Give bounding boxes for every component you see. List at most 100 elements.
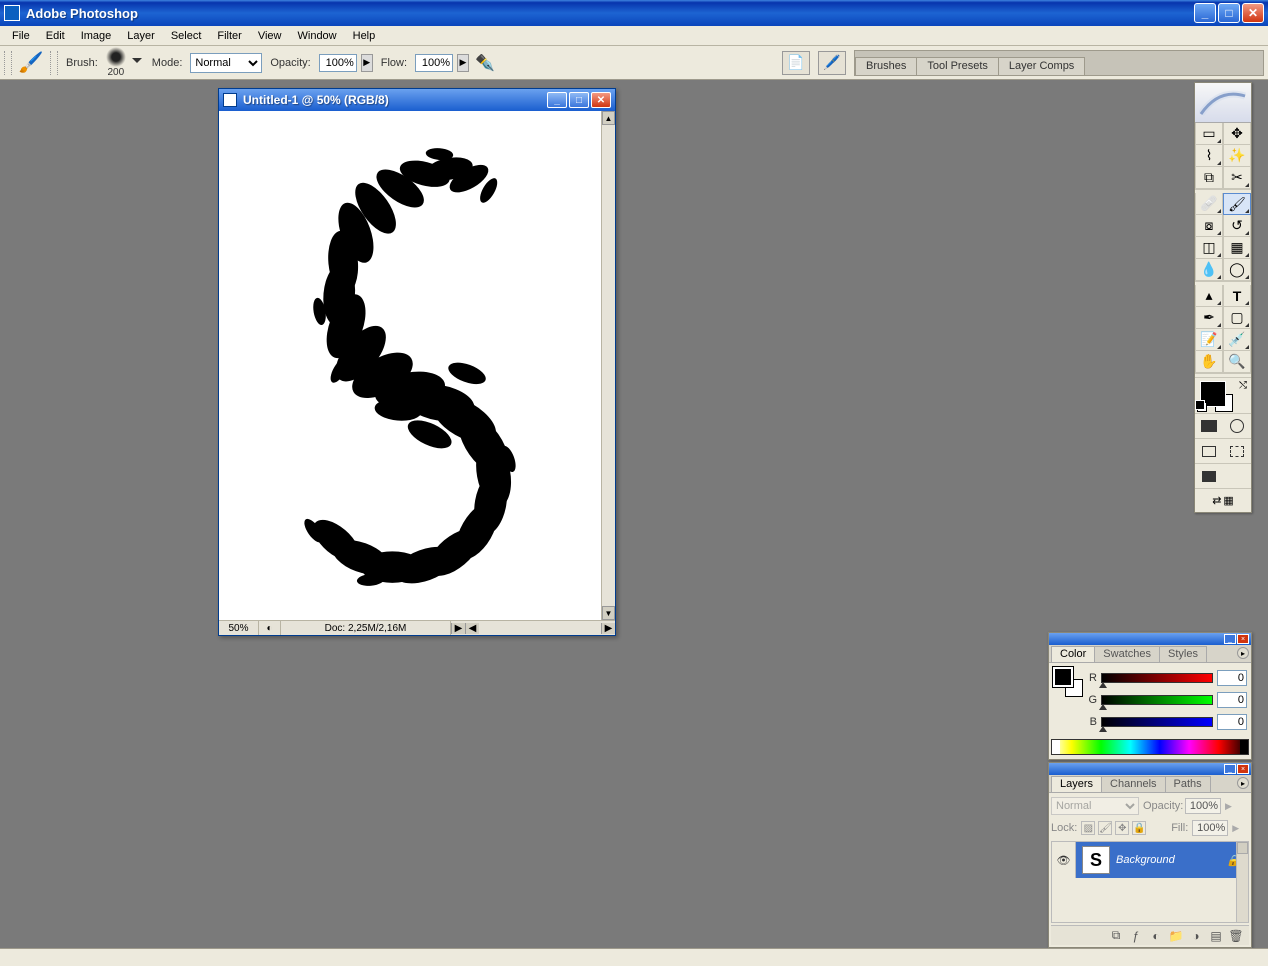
pen-tool[interactable]: ✒ — [1195, 307, 1223, 329]
options-grip[interactable] — [4, 51, 12, 75]
move-tool[interactable]: ✥ — [1223, 123, 1251, 145]
doc-minimize-button[interactable]: _ — [547, 92, 567, 108]
brushes-palette-button[interactable]: 🖊️ — [818, 51, 846, 75]
shape-tool[interactable]: ▢ — [1223, 307, 1251, 329]
blur-tool[interactable]: 💧 — [1195, 259, 1223, 281]
layer-visibility-icon[interactable]: 👁 — [1052, 842, 1076, 878]
clone-stamp-tool[interactable]: ⧇ — [1195, 215, 1223, 237]
panel-close-icon[interactable]: × — [1237, 634, 1249, 644]
lock-position-icon[interactable]: ✥ — [1115, 821, 1129, 835]
well-tab-tool-presets[interactable]: Tool Presets — [916, 57, 999, 75]
cp-fg-swatch[interactable] — [1053, 667, 1073, 687]
brush-preset-picker[interactable]: 200 — [106, 47, 126, 78]
well-tab-layer-comps[interactable]: Layer Comps — [998, 57, 1085, 75]
layer-item-background[interactable]: 👁 S Background 🔒 — [1052, 842, 1248, 878]
menu-layer[interactable]: Layer — [119, 28, 163, 44]
marquee-tool[interactable]: ▭ — [1195, 123, 1223, 145]
eraser-tool[interactable]: ◫ — [1195, 237, 1223, 259]
menu-window[interactable]: Window — [290, 28, 345, 44]
healing-brush-tool[interactable]: 🩹 — [1195, 193, 1223, 215]
airbrush-button[interactable]: ✒️ — [473, 51, 497, 75]
brush-dropdown-arrow[interactable] — [132, 58, 142, 68]
r-slider[interactable] — [1101, 673, 1213, 683]
scroll-up-arrow[interactable]: ▲ — [602, 111, 615, 125]
color-panel-swatches[interactable] — [1053, 667, 1083, 697]
color-panel-head[interactable]: _ × — [1049, 633, 1251, 645]
standard-mode-button[interactable] — [1195, 414, 1223, 438]
standard-screen-button[interactable] — [1195, 439, 1223, 463]
quickmask-mode-button[interactable] — [1223, 414, 1251, 438]
canvas[interactable] — [219, 111, 615, 620]
lasso-tool[interactable]: ⌇ — [1195, 145, 1223, 167]
layer-mask-icon[interactable]: ◐ — [1147, 928, 1165, 944]
fill-input[interactable] — [1192, 820, 1228, 836]
scroll-left-arrow[interactable]: ◀ — [465, 623, 479, 634]
brush-tool-icon[interactable]: 🖌️ — [16, 49, 46, 77]
link-layers-icon[interactable]: ⧉ — [1107, 928, 1125, 944]
tab-color[interactable]: Color — [1051, 646, 1095, 662]
doc-close-button[interactable]: ✕ — [591, 92, 611, 108]
menu-help[interactable]: Help — [345, 28, 384, 44]
scroll-down-arrow[interactable]: ▼ — [602, 606, 615, 620]
gradient-tool[interactable]: ▦ — [1223, 237, 1251, 259]
file-browser-button[interactable]: 📄 — [782, 51, 810, 75]
tab-styles[interactable]: Styles — [1159, 646, 1207, 662]
full-screen-button[interactable] — [1195, 464, 1223, 488]
layer-style-icon[interactable]: ƒ — [1127, 928, 1145, 944]
dodge-tool[interactable]: ◯ — [1223, 259, 1251, 281]
menu-view[interactable]: View — [250, 28, 290, 44]
menu-edit[interactable]: Edit — [38, 28, 73, 44]
fill-arrow-icon[interactable]: ▶ — [1232, 823, 1242, 834]
toolbox-header[interactable] — [1195, 83, 1251, 123]
opacity-arrow[interactable]: ▶ — [361, 54, 373, 72]
new-set-icon[interactable]: 📁 — [1167, 928, 1185, 944]
tab-layers[interactable]: Layers — [1051, 776, 1102, 792]
notes-tool[interactable]: 📝 — [1195, 329, 1223, 351]
crop-tool[interactable]: ⧉ — [1195, 167, 1223, 189]
layers-panel-menu[interactable]: ▸ — [1237, 777, 1249, 789]
doc-zoom-field[interactable]: 50% — [219, 621, 259, 635]
menu-select[interactable]: Select — [163, 28, 210, 44]
path-selection-tool[interactable]: ▴ — [1195, 285, 1223, 307]
scroll-right-arrow[interactable]: ▶ — [601, 623, 615, 634]
panel-minimize-icon[interactable]: _ — [1224, 634, 1236, 644]
g-slider[interactable] — [1101, 695, 1213, 705]
new-layer-icon[interactable]: ▤ — [1207, 928, 1225, 944]
opacity-input[interactable] — [319, 54, 357, 72]
lock-pixels-icon[interactable]: 🖌 — [1098, 821, 1112, 835]
slice-tool[interactable]: ✂ — [1223, 167, 1251, 189]
adjustment-layer-icon[interactable]: ◑ — [1187, 928, 1205, 944]
lock-all-icon[interactable]: 🔒 — [1132, 821, 1146, 835]
layers-panel-head[interactable]: _ × — [1049, 763, 1251, 775]
layer-list-scrollbar[interactable] — [1236, 842, 1248, 922]
delete-layer-icon[interactable]: 🗑 — [1227, 928, 1245, 944]
layer-opacity-input[interactable] — [1185, 798, 1221, 814]
well-tab-brushes[interactable]: Brushes — [855, 57, 917, 75]
full-screen-menu-button[interactable] — [1223, 439, 1251, 463]
hand-tool[interactable]: ✋ — [1195, 351, 1223, 373]
menu-image[interactable]: Image — [73, 28, 120, 44]
menu-file[interactable]: File — [4, 28, 38, 44]
b-value[interactable] — [1217, 714, 1247, 730]
color-panel-menu[interactable]: ▸ — [1237, 647, 1249, 659]
b-slider[interactable] — [1101, 717, 1213, 727]
options-grip-2[interactable] — [50, 51, 58, 75]
document-titlebar[interactable]: Untitled-1 @ 50% (RGB/8) _ □ ✕ — [219, 89, 615, 111]
window-minimize-button[interactable]: _ — [1194, 3, 1216, 23]
panel-close-icon[interactable]: × — [1237, 764, 1249, 774]
doc-vertical-scrollbar[interactable]: ▲ ▼ — [601, 111, 615, 620]
magic-wand-tool[interactable]: ✨ — [1223, 145, 1251, 167]
layer-thumbnail[interactable]: S — [1082, 846, 1110, 874]
color-ramp[interactable] — [1051, 739, 1249, 755]
doc-maximize-button[interactable]: □ — [569, 92, 589, 108]
history-brush-tool[interactable]: ↺ — [1223, 215, 1251, 237]
window-maximize-button[interactable]: □ — [1218, 3, 1240, 23]
window-close-button[interactable]: ✕ — [1242, 3, 1264, 23]
jump-to-imageready-button[interactable]: ⇄ ▦ — [1195, 488, 1251, 512]
swap-colors-icon[interactable]: ⤭ — [1239, 380, 1247, 391]
flow-input[interactable] — [415, 54, 453, 72]
brush-tool[interactable]: 🖌 — [1223, 193, 1251, 215]
blend-mode-select[interactable]: Normal — [190, 53, 262, 73]
doc-info-arrow[interactable]: ▶ — [451, 623, 465, 634]
panel-minimize-icon[interactable]: _ — [1224, 764, 1236, 774]
